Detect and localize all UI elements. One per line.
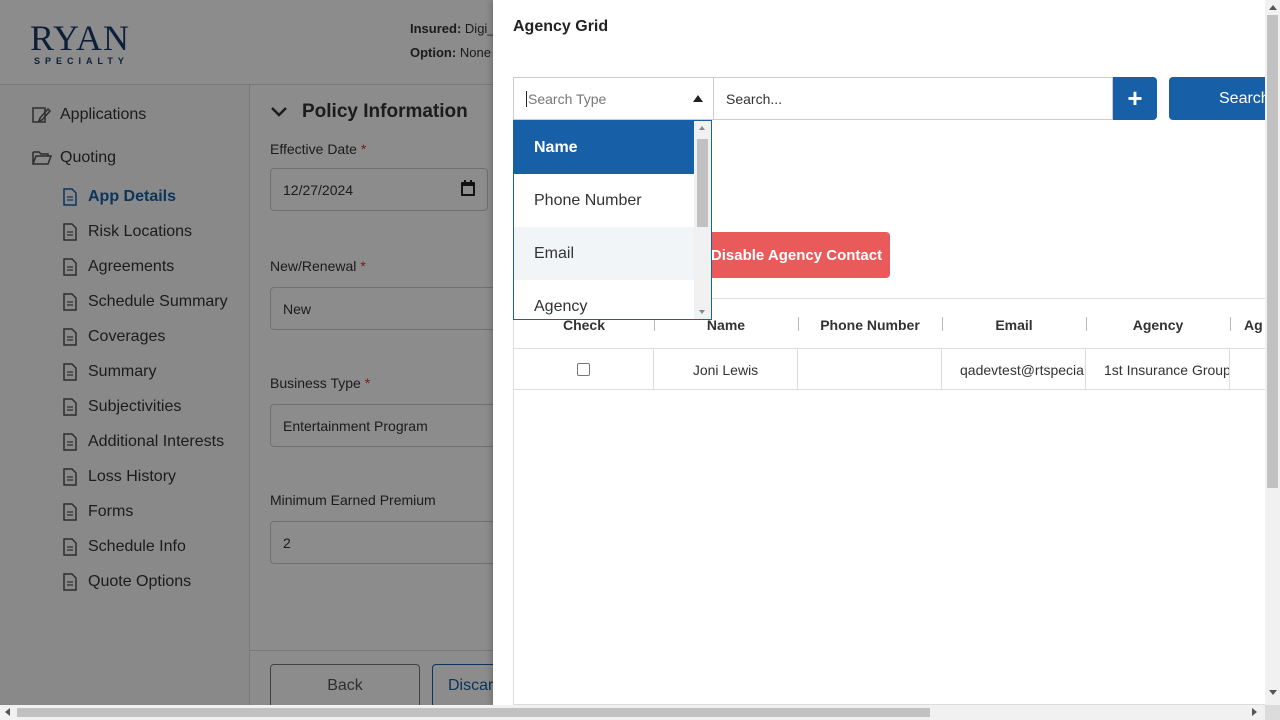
- page-vertical-scrollbar[interactable]: [1265, 0, 1280, 705]
- search-button[interactable]: Search: [1169, 77, 1265, 120]
- dropdown-scrollbar[interactable]: [694, 121, 711, 319]
- row-checkbox[interactable]: [577, 363, 590, 376]
- option-agency[interactable]: Agency: [514, 280, 695, 319]
- page-horizontal-scrollbar[interactable]: [0, 705, 1265, 720]
- ag-cell: [1230, 349, 1265, 390]
- scroll-down-arrow-icon[interactable]: [1269, 690, 1277, 695]
- search-type-dropdown: Name Phone Number Email Agency: [513, 120, 712, 320]
- option-phone-number[interactable]: Phone Number: [514, 174, 695, 227]
- scroll-up-arrow-icon[interactable]: [699, 126, 705, 130]
- search-type-placeholder: Search Type: [528, 90, 607, 107]
- scroll-left-arrow-icon[interactable]: [5, 708, 10, 716]
- agency-grid-panel: Agency Grid Search Type + Search s Disab…: [493, 0, 1265, 705]
- col-header-email[interactable]: Email: [942, 317, 1086, 333]
- agency-grid: Check Name Phone Number Email Agency Ag …: [513, 298, 1265, 705]
- name-cell: Joni Lewis: [654, 349, 798, 390]
- scrollbar-thumb[interactable]: [697, 139, 708, 227]
- caret-up-icon[interactable]: [693, 95, 703, 102]
- email-cell: qadevtest@rtspecial: [942, 349, 1086, 390]
- scroll-right-arrow-icon[interactable]: [1252, 708, 1257, 716]
- add-button[interactable]: +: [1113, 77, 1157, 120]
- search-type-select[interactable]: Search Type: [513, 77, 713, 120]
- col-header-phone[interactable]: Phone Number: [798, 317, 942, 333]
- panel-title: Agency Grid: [513, 18, 609, 35]
- search-input[interactable]: [713, 77, 1113, 120]
- option-name[interactable]: Name: [514, 121, 695, 174]
- agency-cell: 1st Insurance Group,: [1086, 349, 1230, 390]
- col-header-ag[interactable]: Ag: [1230, 317, 1265, 333]
- phone-cell: [798, 349, 942, 390]
- option-email[interactable]: Email: [514, 227, 695, 280]
- scroll-down-arrow-icon[interactable]: [699, 310, 705, 314]
- scrollbar-corner: [1265, 705, 1280, 720]
- disable-agency-contact-button[interactable]: Disable Agency Contact: [703, 232, 890, 278]
- scroll-up-arrow-icon[interactable]: [1269, 5, 1277, 10]
- check-cell: [514, 349, 654, 390]
- table-row[interactable]: Joni Lewis qadevtest@rtspecial 1st Insur…: [514, 349, 1265, 390]
- col-header-agency[interactable]: Agency: [1086, 317, 1230, 333]
- text-cursor: [526, 90, 527, 107]
- scrollbar-thumb[interactable]: [1267, 15, 1278, 488]
- scrollbar-thumb[interactable]: [17, 708, 930, 717]
